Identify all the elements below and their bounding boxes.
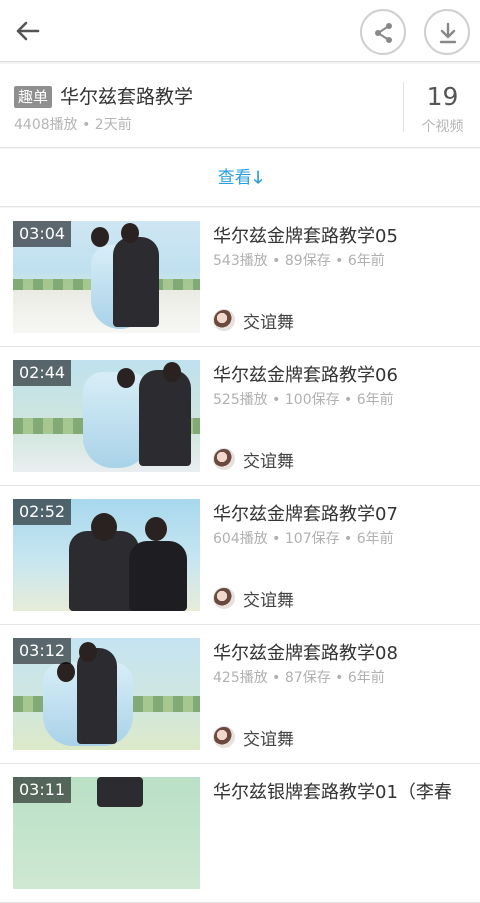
avatar[interactable] [213, 448, 235, 470]
video-duration: 02:52 [13, 499, 72, 525]
video-count: 19 [426, 82, 459, 111]
dancer-head [145, 517, 167, 541]
video-duration: 03:11 [13, 777, 72, 803]
video-duration: 02:44 [13, 360, 72, 386]
video-item[interactable]: 03:12 华尔兹金牌套路教学08 425播放 • 87保存 • 6年前 交谊舞 [0, 625, 480, 764]
view-more-button[interactable]: 查看 🡓 [0, 149, 480, 207]
video-meta: 525播放 • 100保存 • 6年前 [213, 392, 394, 408]
video-item[interactable]: 03:11 华尔兹银牌套路教学01（李春 [0, 764, 480, 903]
video-item[interactable]: 02:52 华尔兹金牌套路教学07 604播放 • 107保存 • 6年前 交谊… [0, 486, 480, 625]
video-thumbnail[interactable]: 03:04 [13, 221, 200, 333]
dancer-head [163, 362, 181, 382]
video-count-label: 个视频 [421, 119, 464, 135]
share-button[interactable] [360, 9, 406, 55]
video-duration: 03:12 [13, 638, 72, 664]
dancer-head [91, 227, 109, 247]
avatar[interactable] [213, 726, 235, 748]
album-meta: 4408播放 • 2天前 [14, 117, 132, 133]
top-bar [0, 0, 480, 62]
video-thumbnail[interactable]: 03:12 [13, 638, 200, 750]
dancer-figure [139, 370, 191, 466]
video-title[interactable]: 华尔兹金牌套路教学06 [213, 361, 398, 387]
author-name[interactable]: 交谊舞 [243, 586, 294, 611]
video-duration: 03:04 [13, 221, 72, 247]
video-thumbnail[interactable]: 02:44 [13, 360, 200, 472]
arrow-down-icon: 🡓 [253, 168, 263, 188]
video-list: 03:04 华尔兹金牌套路教学05 543播放 • 89保存 • 6年前 交谊舞… [0, 208, 480, 903]
view-more-label: 查看 [217, 168, 252, 188]
dancer-head [121, 223, 139, 243]
video-title[interactable]: 华尔兹金牌套路教学08 [213, 639, 398, 665]
video-meta: 543播放 • 89保存 • 6年前 [213, 253, 385, 269]
dancer-head [57, 662, 75, 682]
download-button[interactable] [424, 9, 470, 55]
author-name[interactable]: 交谊舞 [243, 308, 294, 333]
video-title[interactable]: 华尔兹金牌套路教学05 [213, 222, 398, 248]
author-name[interactable]: 交谊舞 [243, 447, 294, 472]
dancer-head [79, 642, 97, 662]
video-thumbnail[interactable]: 02:52 [13, 499, 200, 611]
divider [403, 82, 404, 132]
video-item[interactable]: 02:44 华尔兹金牌套路教学06 525播放 • 100保存 • 6年前 交谊… [0, 347, 480, 486]
share-icon [375, 23, 392, 43]
dancer-figure [129, 541, 187, 611]
dancer-figure [113, 237, 159, 327]
author-name[interactable]: 交谊舞 [243, 725, 294, 750]
album-title: 华尔兹套路教学 [60, 86, 194, 108]
dancer-head [91, 513, 117, 541]
album-tag: 趣单 [14, 86, 53, 108]
back-button[interactable] [10, 14, 44, 48]
video-item[interactable]: 03:04 华尔兹金牌套路教学05 543播放 • 89保存 • 6年前 交谊舞 [0, 208, 480, 347]
dancer-figure [97, 777, 143, 807]
video-meta: 425播放 • 87保存 • 6年前 [213, 670, 385, 686]
video-thumbnail[interactable]: 03:11 [13, 777, 200, 889]
arrow-left-icon [16, 21, 40, 41]
video-meta: 604播放 • 107保存 • 6年前 [213, 531, 394, 547]
avatar[interactable] [213, 587, 235, 609]
dancer-figure [77, 648, 117, 744]
dancer-head [117, 368, 135, 388]
album-header[interactable]: 趣单 华尔兹套路教学 4408播放 • 2天前 19 个视频 [0, 64, 480, 148]
avatar[interactable] [213, 309, 235, 331]
video-title[interactable]: 华尔兹金牌套路教学07 [213, 500, 398, 526]
download-icon [439, 22, 457, 44]
video-title[interactable]: 华尔兹银牌套路教学01（李春 [213, 778, 452, 804]
